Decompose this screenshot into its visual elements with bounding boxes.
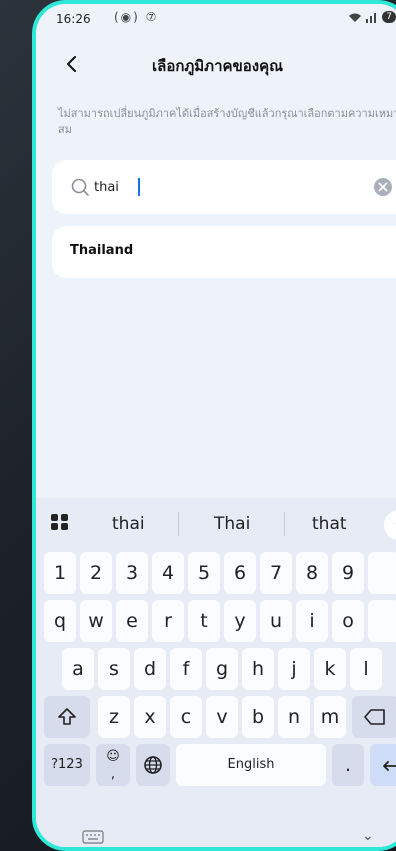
search-icon [71,178,89,196]
key-5[interactable]: 5 [188,552,220,594]
key-k[interactable]: k [314,648,346,690]
enter-key[interactable] [370,744,396,786]
key-u[interactable]: u [260,600,292,642]
emoji-comma-key[interactable]: ☺ , [96,744,130,786]
key-b[interactable]: b [242,696,274,738]
signal-icon [366,12,377,23]
key-i[interactable]: i [296,600,328,642]
key-x[interactable]: x [134,696,166,738]
key-o[interactable]: o [332,600,364,642]
suggestion-divider [284,512,285,536]
suggestion-divider [178,512,179,536]
suggestion-1[interactable]: thai [112,514,145,534]
key-c[interactable]: c [170,696,202,738]
clear-icon[interactable] [372,176,394,198]
status-notification-icons: (◉) ⑦ [114,10,159,24]
key-m[interactable]: m [314,696,346,738]
key-q[interactable]: q [44,600,76,642]
globe-icon [144,756,162,774]
suggestion-3[interactable]: that [312,514,347,534]
period-key[interactable]: . [332,744,364,786]
key-h[interactable]: h [242,648,274,690]
key-n[interactable]: n [278,696,310,738]
key-y[interactable]: y [224,600,256,642]
enter-arrow-icon [383,761,396,771]
suggestion-2[interactable]: Thai [214,514,250,534]
suggestion-bar: thai Thai that ⌄ [36,502,396,546]
key-l[interactable]: l [350,648,382,690]
key-s[interactable]: s [98,648,130,690]
status-time: 16:26 [56,12,91,26]
comma-label: , [110,767,116,782]
key-4[interactable]: 4 [152,552,184,594]
symbols-key[interactable]: ?123 [44,744,90,786]
text-caret [138,178,140,196]
key-2[interactable]: 2 [80,552,112,594]
keyboard-switch-icon[interactable] [82,830,104,844]
language-key[interactable] [136,744,170,786]
key-w[interactable]: w [80,600,112,642]
back-arrow-icon[interactable] [60,52,84,76]
key-p[interactable] [368,600,396,642]
key-v[interactable]: v [206,696,238,738]
key-e[interactable]: e [116,600,148,642]
backspace-key[interactable] [352,696,396,738]
key-d[interactable]: d [134,648,166,690]
key-f[interactable]: f [170,648,202,690]
search-box[interactable] [52,160,396,214]
space-key[interactable]: English [176,744,326,786]
screen: 16:26 (◉) ⑦ 7 เลือกภูมิภาคของคุณ ไม่สามา… [36,4,396,847]
region-hint-text: ไม่สามารถเปลี่ยนภูมิภาคได้เมื่อสร้างบัญช… [58,107,396,136]
shift-key[interactable] [44,696,90,738]
wifi-icon [349,13,362,22]
page-title: เลือกภูมิภาคของคุณ [152,57,284,75]
key-t[interactable]: t [188,600,220,642]
collapse-suggestions-button[interactable]: ⌄ [384,510,396,540]
key-r[interactable]: r [152,600,184,642]
key-6[interactable]: 6 [224,552,256,594]
key-z[interactable]: z [98,696,130,738]
phone-frame: 16:26 (◉) ⑦ 7 เลือกภูมิภาคของคุณ ไม่สามา… [32,0,396,851]
key-3[interactable]: 3 [116,552,148,594]
result-label: Thailand [70,243,134,258]
key-j[interactable]: j [278,648,310,690]
key-1[interactable]: 1 [44,552,76,594]
status-bar: 16:26 (◉) ⑦ 7 [36,4,396,40]
keyboard: thai Thai that ⌄ 1 2 3 4 5 6 7 8 9 q w e… [36,498,396,847]
status-right: 7 [348,11,396,23]
hide-keyboard-icon[interactable]: ⌄ [362,828,374,844]
search-input[interactable] [94,173,354,201]
emoji-icon: ☺ [106,749,120,764]
key-a[interactable]: a [62,648,94,690]
key-g[interactable]: g [206,648,238,690]
shift-icon [58,708,76,725]
battery-icon: 7 [382,11,396,23]
keyboard-nav-bar: ⌄ [36,822,396,847]
header: เลือกภูมิภาคของคุณ [36,44,396,88]
result-item-thailand[interactable]: Thailand [52,226,396,278]
key-9[interactable]: 9 [332,552,364,594]
key-7[interactable]: 7 [260,552,292,594]
key-8[interactable]: 8 [296,552,328,594]
keyboard-apps-icon[interactable] [50,512,70,532]
backspace-icon [364,709,385,725]
key-0[interactable] [368,552,396,594]
